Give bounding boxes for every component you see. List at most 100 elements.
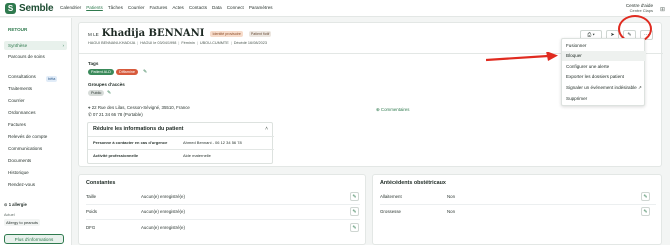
row-divider — [86, 204, 360, 205]
comments-link[interactable]: ⊕ Commentaires — [376, 107, 409, 113]
address-text: 22 Rue des Lilas, Cesson-Sévigné, 35510,… — [91, 105, 190, 110]
back-link[interactable]: RETOUR — [8, 27, 27, 32]
logo-text: Semble — [19, 3, 54, 14]
menu-item-alerte[interactable]: Configurer une alerte — [562, 62, 646, 72]
pencil-icon[interactable]: ✎ — [143, 69, 147, 75]
access-groups-label: Groupes d'accès — [88, 82, 125, 87]
beta-badge: bêta — [46, 76, 58, 82]
patient-name: Khadija BENNANI — [101, 28, 205, 39]
phone-line: ✆ 07 21 34 66 78 (Portable) — [88, 112, 143, 118]
nav-contacts[interactable]: Contacts — [189, 5, 207, 10]
sidebar-item-factures[interactable]: Factures — [8, 122, 26, 127]
sidebar-item-traitements[interactable]: Traitements — [8, 86, 32, 91]
location-icon: ⌖ — [88, 105, 91, 110]
annotation-arrow — [486, 52, 558, 62]
sidebar-item-parcours[interactable]: Parcours de soins — [8, 54, 46, 60]
sidebar-item-releves[interactable]: Relevés de compte — [8, 134, 47, 139]
allergy-section-label: Actuel — [4, 213, 15, 217]
pencil-icon[interactable]: ✎ — [350, 223, 359, 232]
access-group-pill: Public — [88, 90, 105, 96]
antecedents-title: Antécédents obstétricaux — [380, 180, 446, 186]
chevron-right-icon: › — [62, 43, 64, 48]
constante-value: Aucun(e) enregistré(e) — [141, 209, 185, 214]
pencil-icon[interactable]: ✎ — [350, 207, 359, 216]
more-actions-menu: Fusionner Bloquer Configurer une alerte … — [561, 38, 646, 106]
sidebar-item-historique[interactable]: Historique — [8, 170, 29, 175]
nav-data[interactable]: Data — [212, 5, 222, 10]
antecedents-card: Antécédents obstétricaux Allaitement Non… — [372, 174, 662, 245]
identity-badge: Identité provisoire — [210, 30, 243, 37]
constantes-card: Constantes Taille Aucun(e) enregistré(e)… — [78, 174, 366, 245]
constante-value: Aucun(e) enregistré(e) — [141, 225, 185, 230]
nav-parametres[interactable]: Paramètres — [249, 5, 273, 10]
sidebar-item-rendez-vous[interactable]: Rendez-vous — [8, 182, 35, 187]
constantes-title: Constantes — [86, 180, 116, 186]
sidebar-item-courrier[interactable]: Courrier — [8, 98, 25, 103]
top-navigation-bar: S Semble Calendrier Patients Tâches Cour… — [0, 0, 670, 17]
row-divider — [380, 204, 656, 205]
status-badge: Patient fictif — [248, 30, 272, 37]
sidebar-item-consultations[interactable]: Consultations — [8, 74, 36, 79]
menu-item-supprimer[interactable]: Supprimer — [562, 94, 646, 104]
nav-calendrier[interactable]: Calendrier — [60, 5, 81, 10]
meta-gender: Féminin — [181, 41, 195, 45]
help-center[interactable]: Centre d'aide Centre Claps — [626, 3, 653, 14]
row-divider — [86, 219, 360, 220]
antecedent-value: Non — [447, 209, 456, 214]
address-line: ⌖ 22 Rue des Lilas, Cesson-Sévigné, 3551… — [88, 105, 190, 110]
patient-civility: M LE — [88, 32, 99, 37]
antecedent-value: Non — [447, 194, 456, 199]
reduce-title[interactable]: Réduire les informations du patient — [93, 126, 183, 132]
menu-item-exporter[interactable]: Exporter les dossiers patient — [562, 72, 646, 82]
nav-factures[interactable]: Factures — [149, 5, 167, 10]
nav-connect[interactable]: Connect — [227, 5, 244, 10]
menu-item-signaler[interactable]: Signaler un événement indésirable ↗ — [562, 83, 646, 93]
patient-meta: HAGUI BENNANI-KHADIJA | HAGUI le 03/04/19… — [88, 41, 267, 45]
constante-label: Taille — [86, 194, 97, 199]
pencil-icon[interactable]: ✎ — [107, 90, 111, 96]
tags-label: Tags — [88, 61, 99, 66]
app-logo[interactable]: S Semble — [5, 3, 54, 14]
more-info-button[interactable]: Plus d'informations — [4, 234, 64, 244]
main-nav: Calendrier Patients Tâches Courrier Fact… — [60, 5, 273, 10]
phone-icon: ✆ — [88, 112, 92, 117]
tag-pill: Diffamine — [116, 69, 138, 75]
allergy-item: Allergy to peanuts — [4, 219, 41, 226]
sidebar-item-communications[interactable]: Communications — [8, 146, 42, 151]
patient-name-row: M LE Khadija BENNANI Identité provisoire… — [88, 28, 272, 39]
grid-icon[interactable]: ⊞ — [660, 6, 665, 13]
sidebar-item-documents[interactable]: Documents — [8, 158, 31, 163]
pencil-icon[interactable]: ✎ — [350, 192, 359, 201]
menu-item-fusionner[interactable]: Fusionner — [562, 41, 646, 51]
sidebar-item-ordonnances[interactable]: Ordonnances — [8, 110, 36, 115]
info-row: Personne à contacter en cas d'urgence Ah… — [88, 136, 274, 148]
help-subtitle: Centre Claps — [629, 8, 653, 14]
meta-id: UBOU-CUMMTE — [199, 41, 229, 45]
constante-label: Poids — [86, 209, 97, 214]
allergy-count[interactable]: ⊙ 1 allergie — [4, 202, 68, 207]
constante-label: DFG — [86, 225, 96, 230]
info-key: Personne à contacter en cas d'urgence — [93, 140, 168, 145]
allergy-panel: ⊙ 1 allergie Actuel Allergy to peanuts — [4, 202, 68, 226]
logo-mark: S — [5, 3, 16, 14]
pencil-icon[interactable]: ✎ — [641, 207, 650, 216]
antecedent-label: Grossesse — [380, 209, 401, 214]
menu-item-bloquer[interactable]: Bloquer — [562, 51, 646, 61]
nav-actes[interactable]: Actes — [172, 5, 184, 10]
sidebar-item-label: Synthèse — [8, 43, 28, 48]
meta-name: HAGUI BENNANI-KHADIJA — [88, 41, 136, 45]
nav-courrier[interactable]: Courrier — [128, 5, 145, 10]
nav-taches[interactable]: Tâches — [108, 5, 123, 10]
info-value: Ahmed Bennani - 06 12 34 56 78 — [183, 140, 242, 145]
nav-patients[interactable]: Patients — [86, 5, 103, 10]
phone-text: 07 21 34 66 78 (Portable) — [92, 112, 143, 117]
info-row: Activité professionnelle Aide maternelle — [88, 149, 274, 161]
pencil-icon[interactable]: ✎ — [641, 192, 650, 201]
patient-sidebar: RETOUR Synthèse › Parcours de soins bêta… — [0, 18, 72, 245]
chevron-up-icon[interactable]: ˄ — [265, 126, 268, 132]
tag-pill: Patient ALD — [88, 69, 115, 75]
sidebar-item-synthese[interactable]: Synthèse › — [4, 41, 67, 50]
antecedent-label: Allaitement — [380, 194, 402, 199]
reduce-info-panel: Réduire les informations du patient ˄ Pe… — [87, 122, 274, 164]
info-key: Activité professionnelle — [93, 153, 139, 158]
